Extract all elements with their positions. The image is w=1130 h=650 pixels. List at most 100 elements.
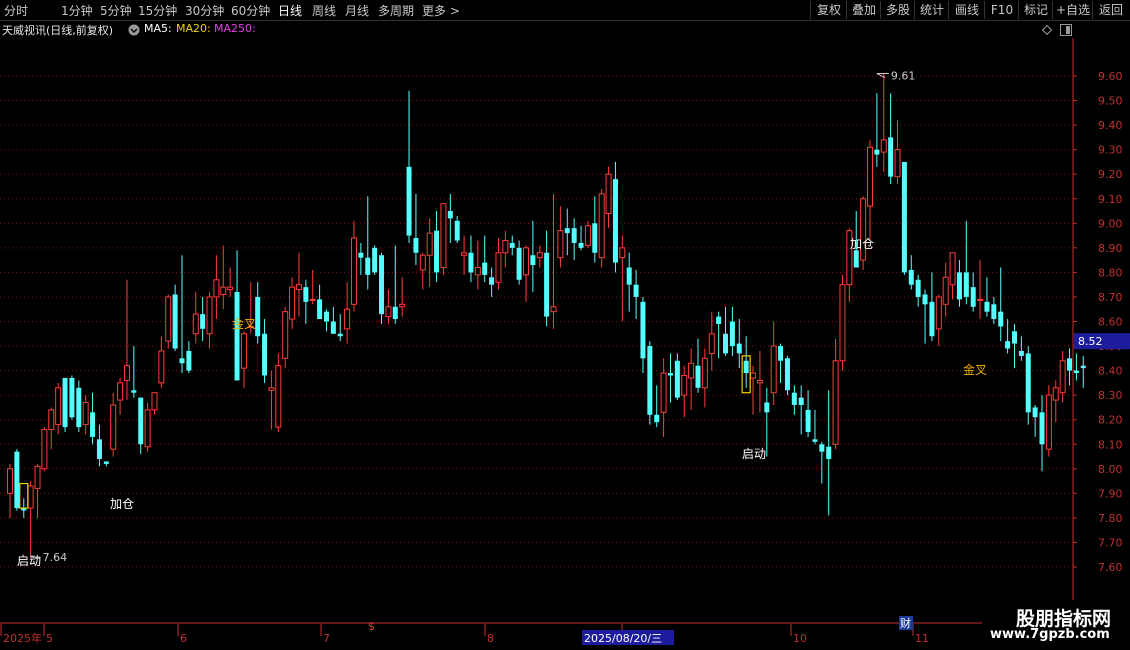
high-price-label: 9.61 bbox=[891, 70, 916, 83]
candle-body-up bbox=[192, 313, 199, 335]
y-tick-label: 8.00 bbox=[1098, 463, 1123, 476]
y-tick-label: 8.90 bbox=[1098, 242, 1123, 255]
candle-body-down bbox=[564, 228, 570, 234]
kline-chart[interactable]: 7.607.707.807.908.008.108.208.308.408.50… bbox=[0, 38, 1130, 650]
period-tab-60min[interactable]: 60分钟 bbox=[231, 2, 270, 19]
y-tick-label: 9.00 bbox=[1098, 217, 1123, 230]
mark-button[interactable]: 标记 bbox=[1018, 1, 1053, 19]
candle-body-up bbox=[117, 382, 124, 401]
period-tab-more[interactable]: 更多 > bbox=[422, 2, 460, 19]
candle-body-down bbox=[1067, 358, 1073, 371]
restore-rights-button[interactable]: 复权 bbox=[810, 1, 847, 19]
candle-body-down bbox=[578, 242, 584, 248]
signal-label-add: 加仓 bbox=[110, 497, 134, 511]
candle-body-up bbox=[151, 392, 158, 411]
candle-body-down bbox=[186, 350, 192, 371]
candle-body-up bbox=[550, 306, 557, 313]
y-tick-label: 8.60 bbox=[1098, 316, 1123, 329]
candle-body-up bbox=[688, 362, 695, 379]
chevron-down-icon[interactable] bbox=[128, 24, 140, 36]
y-tick-label: 9.30 bbox=[1098, 144, 1123, 157]
y-tick-label: 8.70 bbox=[1098, 291, 1123, 304]
candle-body-up bbox=[295, 284, 302, 291]
candle-body-down bbox=[1080, 365, 1086, 369]
candle-body-down bbox=[984, 301, 990, 312]
candle-body-down bbox=[138, 397, 144, 445]
period-tab-multi[interactable]: 多周期 bbox=[378, 2, 414, 19]
panel-toggle-icon[interactable] bbox=[1060, 24, 1072, 36]
period-tab-daily[interactable]: 日线 bbox=[278, 2, 302, 19]
candle-body-down bbox=[365, 257, 371, 275]
candle-body-down bbox=[812, 439, 818, 442]
candle-body-up bbox=[419, 254, 426, 271]
candle-body-down bbox=[729, 321, 735, 347]
candle-body-down bbox=[853, 250, 859, 268]
candle-body-up bbox=[584, 225, 591, 246]
candle-body-down bbox=[908, 269, 914, 285]
candle-body-up bbox=[110, 404, 117, 450]
chart-background bbox=[0, 38, 1130, 650]
y-tick-label: 7.80 bbox=[1098, 512, 1123, 525]
candle-body-down bbox=[454, 220, 460, 241]
candle-body-down bbox=[764, 402, 770, 413]
candle-body-down bbox=[963, 272, 969, 297]
candle-body-up bbox=[240, 333, 247, 369]
x-tick-label: 11 bbox=[915, 632, 929, 645]
candle-body-down bbox=[716, 316, 722, 324]
candle-body-down bbox=[970, 287, 976, 307]
diamond-icon[interactable] bbox=[1042, 25, 1052, 35]
back-button[interactable]: 返回 bbox=[1092, 1, 1129, 19]
candle-body-up bbox=[268, 387, 275, 391]
candle-body-down bbox=[317, 299, 323, 320]
candle-body-up bbox=[309, 298, 316, 301]
candle-body-down bbox=[358, 252, 364, 258]
y-tick-label: 9.50 bbox=[1098, 95, 1123, 108]
period-tab-1min[interactable]: 1分钟 bbox=[61, 2, 93, 19]
candle-body-down bbox=[406, 166, 412, 236]
candle-body-up bbox=[206, 296, 213, 335]
candle-body-down bbox=[544, 252, 550, 317]
candle-body-down bbox=[736, 343, 742, 354]
candle-body-up bbox=[440, 203, 447, 268]
statistics-button[interactable]: 统计 bbox=[914, 1, 949, 19]
ma250-label: MA250: bbox=[214, 22, 256, 35]
candle-body-down bbox=[482, 262, 488, 275]
candle-body-up bbox=[48, 409, 55, 431]
period-tab-weekly[interactable]: 周线 bbox=[312, 2, 336, 19]
period-tab-30min[interactable]: 30分钟 bbox=[185, 2, 224, 19]
signal-label-start: 启动 bbox=[742, 447, 766, 461]
candle-body-down bbox=[626, 267, 632, 285]
candle-body-up bbox=[605, 173, 612, 214]
candle-body-up bbox=[495, 252, 502, 283]
candle-body-up bbox=[536, 252, 543, 259]
period-tab-15min[interactable]: 15分钟 bbox=[138, 2, 177, 19]
y-tick-label: 8.30 bbox=[1098, 389, 1123, 402]
signal-label-golden-cross: 金叉 bbox=[963, 362, 987, 377]
candle-body-up bbox=[282, 311, 289, 359]
multi-stock-button[interactable]: 多股 bbox=[880, 1, 915, 19]
period-tab-timeshare[interactable]: 分时 bbox=[4, 2, 28, 19]
candle-body-down bbox=[723, 333, 729, 354]
candle-body-down bbox=[778, 346, 784, 361]
candle-body-up bbox=[660, 372, 667, 413]
y-tick-label: 9.60 bbox=[1098, 70, 1123, 83]
candle-body-up bbox=[426, 232, 433, 256]
candle-body-up bbox=[275, 365, 282, 428]
overlay-button[interactable]: 叠加 bbox=[846, 1, 881, 19]
stock-title: 天威视讯(日线,前复权) bbox=[2, 24, 114, 37]
candle-body-down bbox=[592, 223, 598, 253]
candle-body-down bbox=[330, 321, 336, 334]
add-favorite-button[interactable]: +自选 bbox=[1052, 1, 1093, 19]
candle-body-up bbox=[1052, 387, 1059, 401]
candle-body-down bbox=[674, 360, 680, 398]
candle-body-down bbox=[998, 311, 1004, 327]
f10-button[interactable]: F10 bbox=[984, 1, 1019, 19]
draw-line-button[interactable]: 画线 bbox=[948, 1, 985, 19]
candle-body-down bbox=[103, 461, 109, 464]
period-tab-5min[interactable]: 5分钟 bbox=[100, 2, 132, 19]
candle-body-down bbox=[874, 149, 880, 155]
candle-body-down bbox=[667, 373, 673, 376]
candle-body-down bbox=[695, 365, 701, 388]
period-tab-monthly[interactable]: 月线 bbox=[345, 2, 369, 19]
candle-body-up bbox=[27, 485, 34, 509]
